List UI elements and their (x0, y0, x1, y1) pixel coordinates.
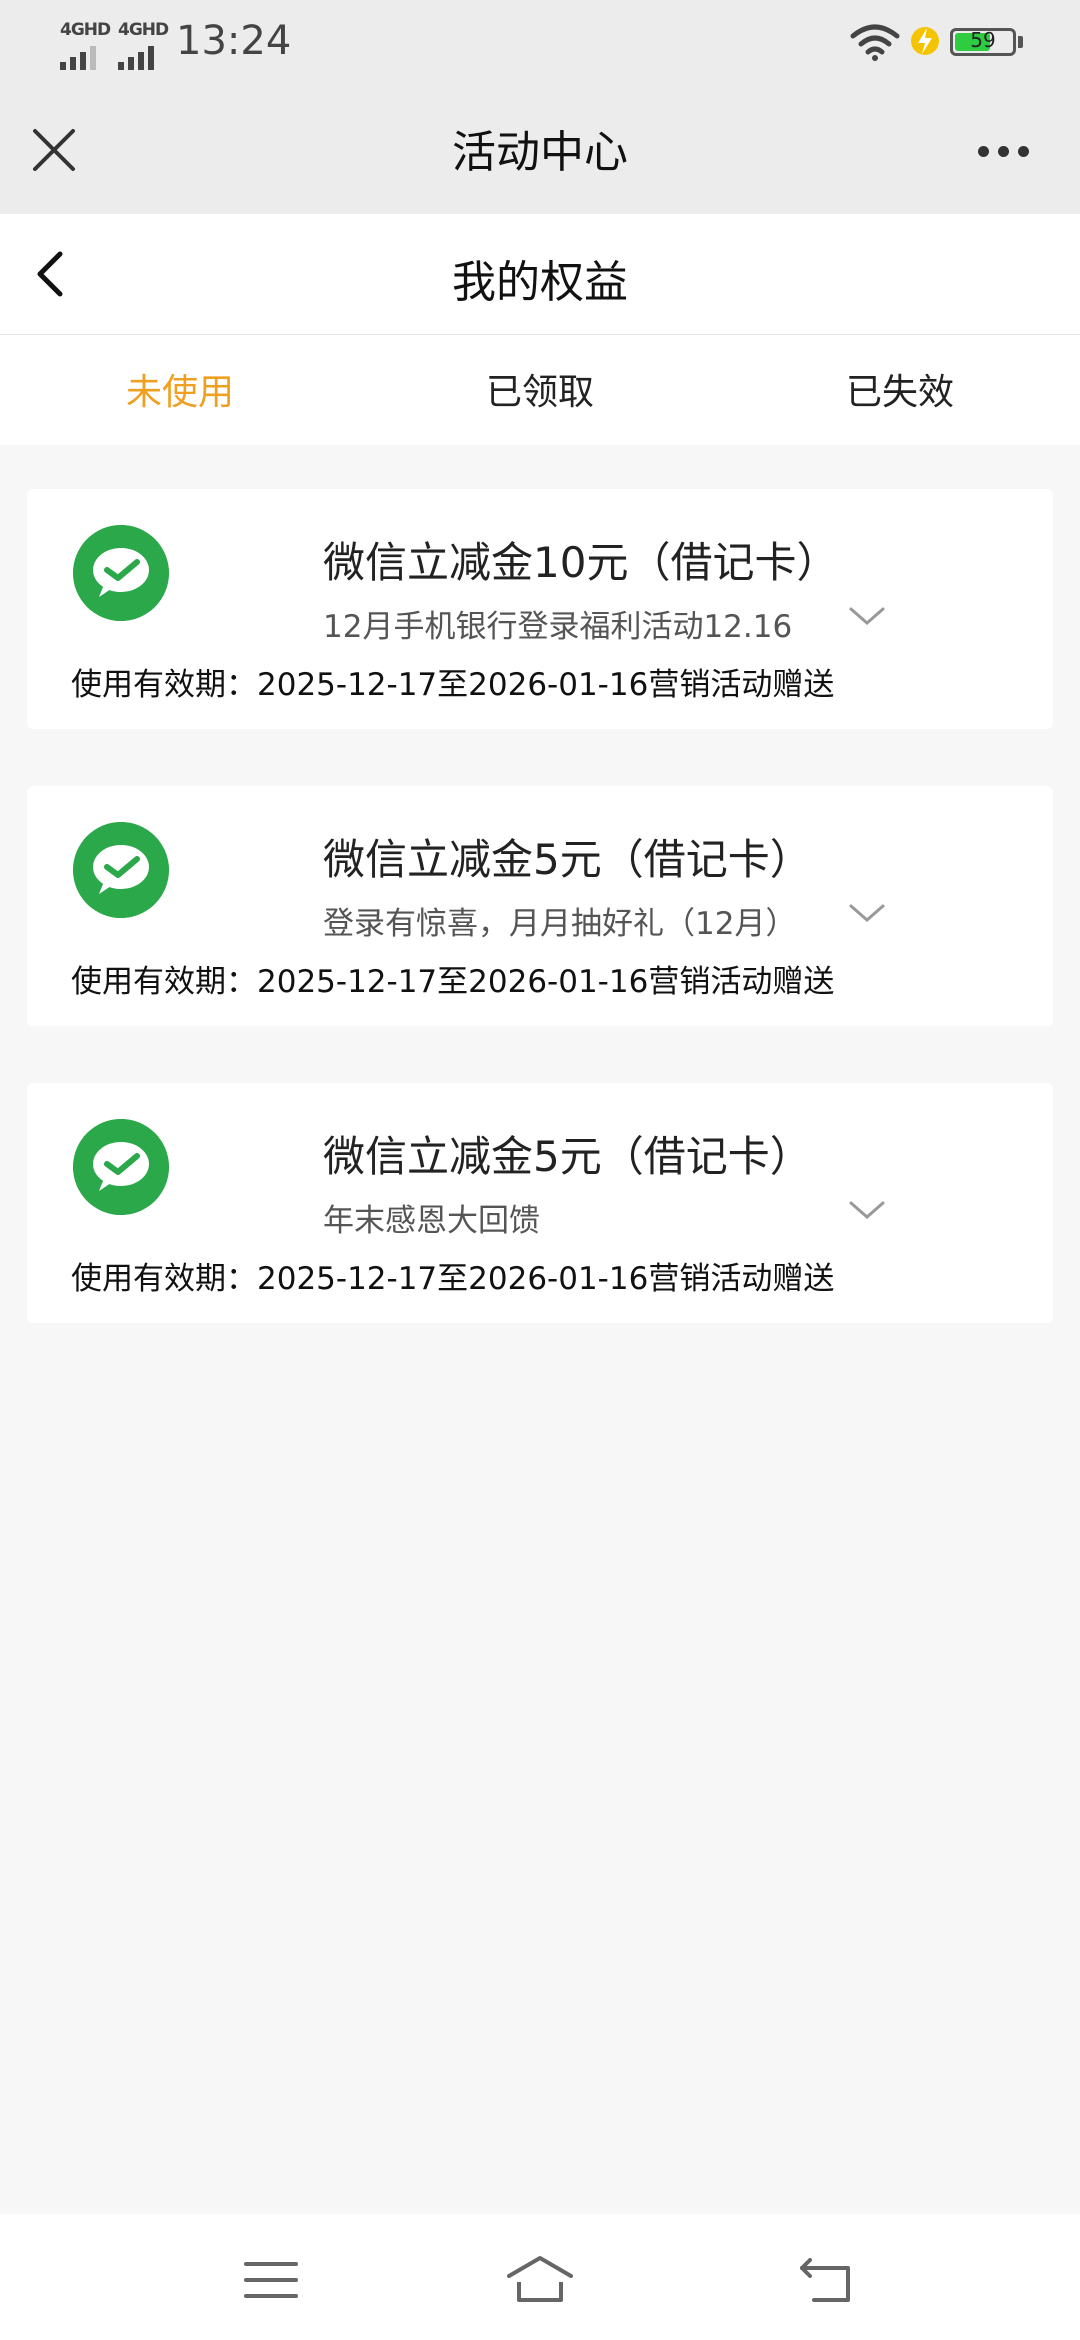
chevron-down-icon[interactable] (847, 898, 887, 928)
home-icon[interactable] (505, 2252, 575, 2308)
benefit-card[interactable]: 微信立减金10元（借记卡） 12月手机银行登录福利活动12.16 使用有效期：2… (27, 489, 1053, 729)
menu-icon[interactable] (236, 2252, 306, 2308)
clock: 13:24 (176, 18, 292, 64)
signal-1-label: 4GHD (60, 20, 111, 40)
battery-icon: 59 (950, 28, 1016, 56)
wechat-pay-icon (73, 525, 169, 621)
app-title: 活动中心 (452, 127, 628, 178)
wechat-pay-icon (73, 1119, 169, 1215)
signal-bars-icon (60, 44, 106, 70)
card-subtitle: 年末感恩大回馈 (323, 1203, 540, 1239)
card-validity: 使用有效期：2025-12-17至2026-01-16营销活动赠送 (71, 667, 835, 703)
system-nav-bar (0, 2214, 1080, 2340)
card-subtitle: 12月手机银行登录福利活动12.16 (323, 609, 793, 645)
battery-level: 59 (970, 28, 996, 52)
page-title: 我的权益 (452, 257, 628, 308)
status-bar: 4GHD 4GHD 13:24 59 (0, 0, 1080, 86)
benefit-card[interactable]: 微信立减金5元（借记卡） 登录有惊喜，月月抽好礼（12月） 使用有效期：2025… (27, 786, 1053, 1026)
chevron-down-icon[interactable] (847, 1195, 887, 1225)
wechat-pay-icon (73, 822, 169, 918)
charging-icon (911, 27, 939, 55)
app-header: 活动中心 (0, 86, 1080, 214)
more-icon[interactable] (972, 122, 1036, 178)
chevron-down-icon[interactable] (847, 601, 887, 631)
signal-bars-icon (118, 44, 164, 70)
page-nav: 我的权益 (0, 214, 1080, 335)
card-title: 微信立减金5元（借记卡） (323, 1132, 812, 1181)
signal-2-label: 4GHD (118, 20, 169, 40)
tab-expired[interactable]: 已失效 (720, 363, 1080, 415)
tab-bar: 未使用 已领取 已失效 (0, 335, 1080, 445)
card-validity: 使用有效期：2025-12-17至2026-01-16营销活动赠送 (71, 1261, 835, 1297)
card-title: 微信立减金5元（借记卡） (323, 835, 812, 884)
return-icon[interactable] (790, 2252, 860, 2308)
battery-tip (1018, 36, 1023, 48)
wifi-icon (850, 24, 900, 61)
card-validity: 使用有效期：2025-12-17至2026-01-16营销活动赠送 (71, 964, 835, 1000)
card-subtitle: 登录有惊喜，月月抽好礼（12月） (323, 906, 797, 942)
tab-unused[interactable]: 未使用 (0, 363, 360, 415)
tab-claimed[interactable]: 已领取 (360, 363, 720, 415)
card-title: 微信立减金10元（借记卡） (323, 538, 839, 587)
benefit-card[interactable]: 微信立减金5元（借记卡） 年末感恩大回馈 使用有效期：2025-12-17至20… (27, 1083, 1053, 1323)
